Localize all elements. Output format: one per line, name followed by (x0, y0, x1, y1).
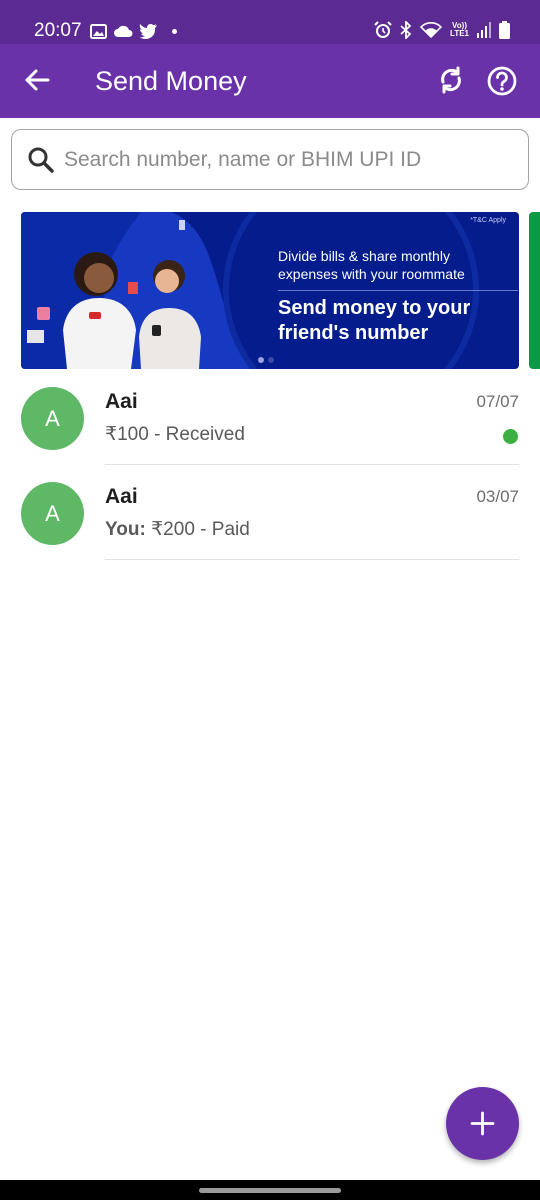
system-icons: Vo)) LTE1 (374, 19, 510, 41)
transaction-amount-status: ₹200 - Paid (145, 519, 250, 540)
notification-icons (90, 21, 177, 41)
status-bar: 20:07 Vo)) LTE1 (0, 0, 540, 44)
transaction-prefix: You: (105, 519, 146, 540)
search-icon (28, 147, 54, 173)
help-button[interactable] (486, 65, 518, 97)
banner-headline: Send money to your friend's number (278, 297, 471, 344)
refresh-button[interactable] (436, 65, 466, 95)
contact-name: Aai (105, 390, 138, 413)
transaction-date: 03/07 (476, 487, 519, 506)
transaction-amount-status: ₹100 - Received (105, 424, 245, 445)
contact-name: Aai (105, 485, 138, 508)
more-notifications-dot (172, 28, 177, 34)
gallery-icon (90, 23, 107, 39)
divider (105, 559, 519, 560)
volte-label: Vo)) LTE1 (450, 21, 469, 38)
unread-indicator (503, 429, 518, 444)
new-payment-button[interactable] (446, 1087, 519, 1160)
next-banner-peek[interactable] (529, 212, 540, 369)
back-button[interactable] (22, 65, 52, 95)
page-title: Send Money (95, 66, 247, 96)
search-box[interactable] (11, 129, 529, 190)
arrow-left-icon (25, 69, 50, 91)
transaction-detail: ₹100 - Received (105, 423, 245, 447)
banner-divider (278, 290, 518, 291)
system-nav-bar (0, 1180, 540, 1200)
status-time: 20:07 (34, 20, 82, 41)
search-input[interactable] (64, 138, 504, 182)
signal-icon (477, 22, 491, 38)
avatar: A (21, 387, 84, 450)
cloud-icon (114, 25, 133, 37)
promo-banner[interactable]: *T&C Apply Divide bills & share monthly … (21, 212, 519, 369)
battery-icon (499, 21, 510, 39)
banner-page-dot (258, 357, 264, 363)
home-gesture-handle[interactable] (199, 1188, 341, 1193)
banner-subtitle: Divide bills & share monthly expenses wi… (278, 248, 465, 282)
banner-pagination (258, 357, 274, 363)
list-item[interactable]: A Aai 07/07 ₹100 - Received (0, 370, 540, 465)
avatar: A (21, 482, 84, 545)
list-item[interactable]: A Aai 03/07 You: ₹200 - Paid (0, 465, 540, 560)
wifi-icon (420, 22, 443, 38)
plus-icon (470, 1111, 495, 1136)
terms-label: *T&C Apply (470, 217, 506, 224)
help-circle-icon (487, 66, 517, 96)
transaction-detail: You: ₹200 - Paid (105, 518, 250, 542)
alarm-icon (374, 21, 392, 38)
bluetooth-icon (400, 21, 412, 39)
sync-icon (441, 66, 461, 94)
twitter-icon (139, 24, 157, 39)
banner-page-dot (268, 357, 274, 363)
transaction-date: 07/07 (476, 392, 519, 411)
app-bar: Send Money (0, 44, 540, 118)
